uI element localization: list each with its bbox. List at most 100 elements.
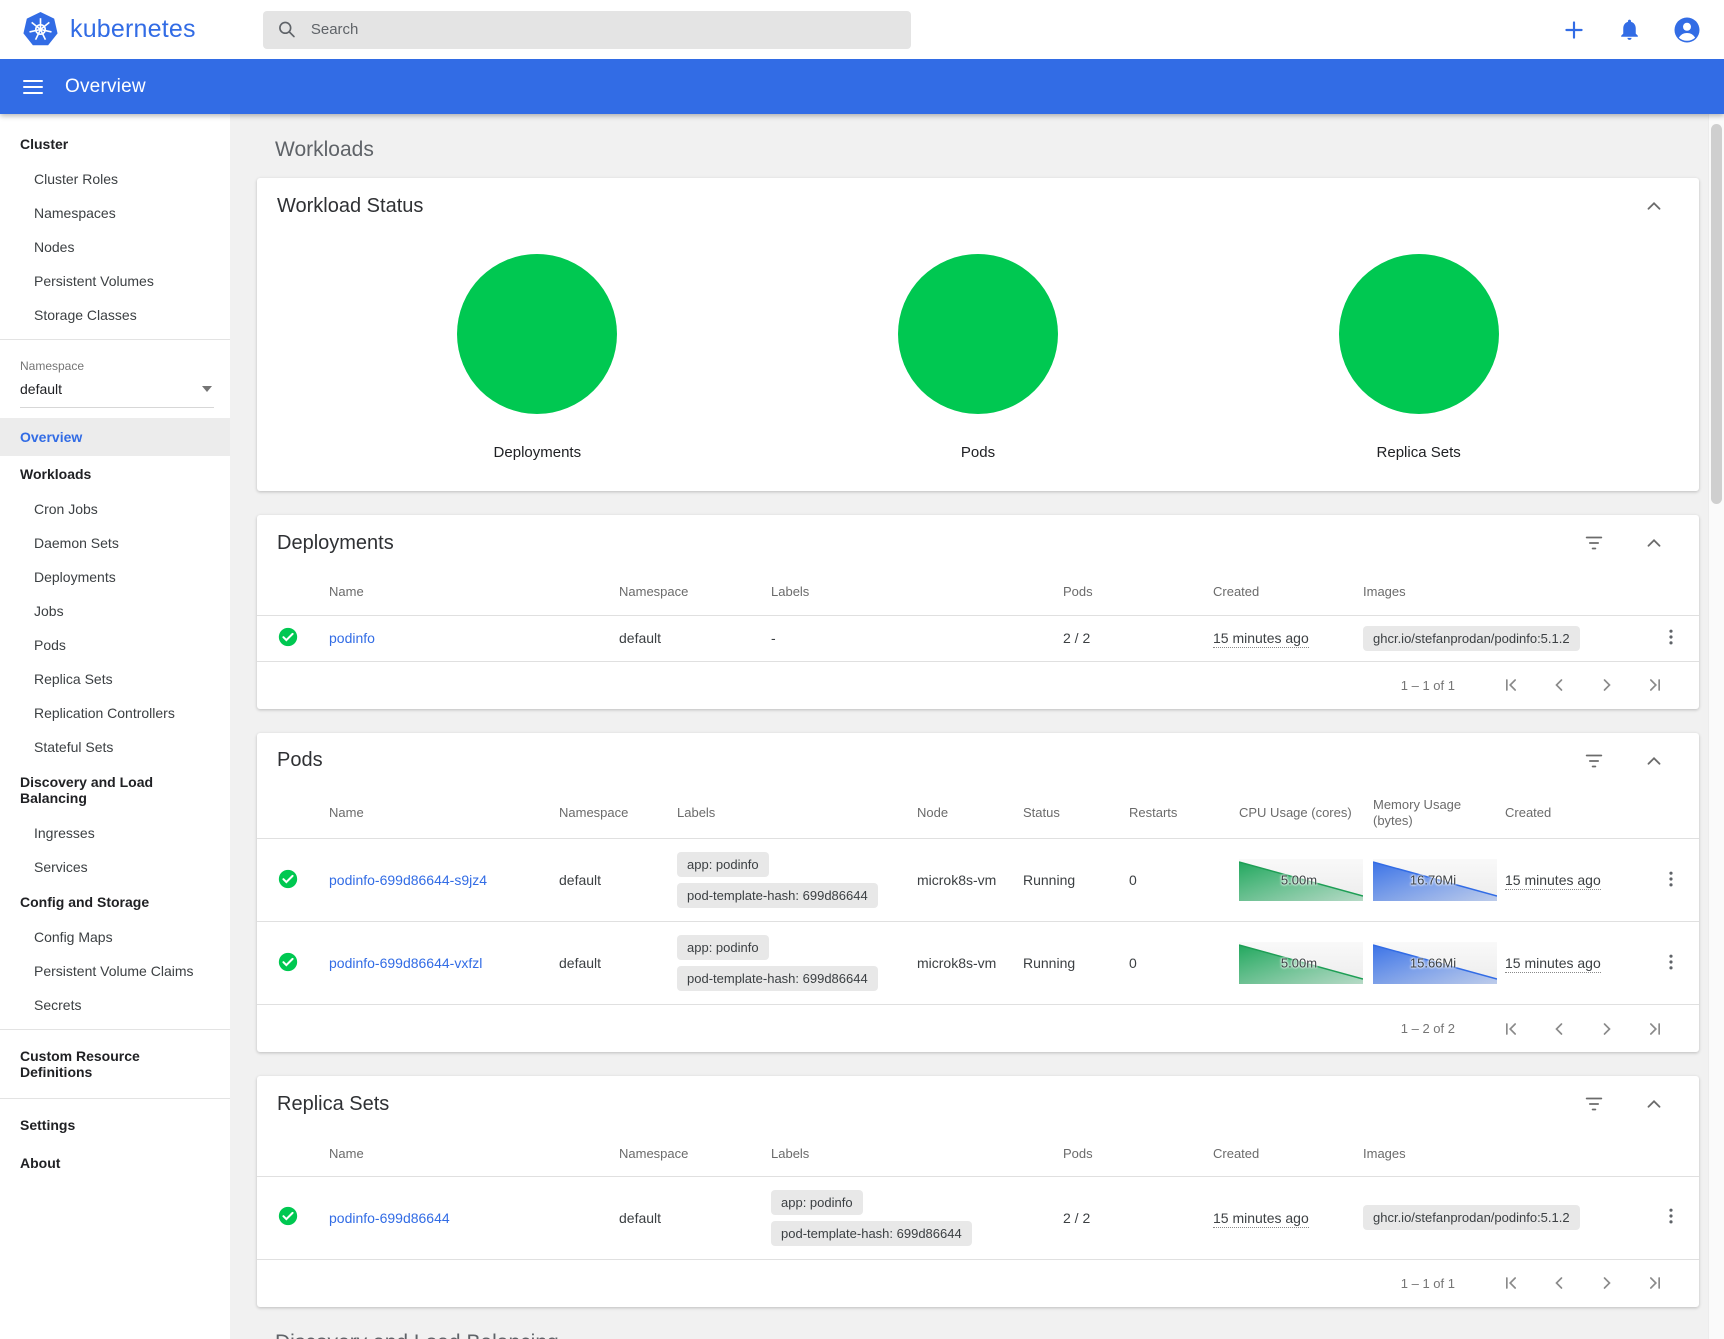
- collapse-card-icon[interactable]: [1643, 532, 1665, 554]
- main-content: Workloads Workload Status Deployments Po…: [230, 114, 1724, 1339]
- last-page-icon[interactable]: [1637, 1011, 1673, 1047]
- replica-sets-card: Replica Sets Name Namespace Labels Pod: [257, 1076, 1699, 1307]
- filter-icon[interactable]: [1583, 1093, 1605, 1115]
- namespace-selector[interactable]: default: [20, 373, 214, 408]
- row-menu-kebab-icon[interactable]: [1661, 869, 1681, 889]
- sidebar-item-cron-jobs[interactable]: Cron Jobs: [0, 492, 230, 526]
- sidebar-item-persistent-volume-claims[interactable]: Persistent Volume Claims: [0, 954, 230, 988]
- col-header-restarts: Restarts: [1119, 789, 1229, 839]
- sidebar-item-persistent-volumes[interactable]: Persistent Volumes: [0, 264, 230, 298]
- sidebar-item-secrets[interactable]: Secrets: [0, 988, 230, 1022]
- sidebar-item-deployments[interactable]: Deployments: [0, 560, 230, 594]
- sidebar-item-daemon-sets[interactable]: Daemon Sets: [0, 526, 230, 560]
- replica-sets-donut: [1339, 254, 1499, 414]
- col-header-pods: Pods: [1053, 1132, 1203, 1176]
- pods-table: Name Namespace Labels Node Status Restar…: [257, 789, 1699, 1005]
- sidebar-item-jobs[interactable]: Jobs: [0, 594, 230, 628]
- sidebar-item-storage-classes[interactable]: Storage Classes: [0, 298, 230, 332]
- pagination: 1 – 2 of 2: [257, 1004, 1699, 1052]
- replica-sets-title: Replica Sets: [277, 1093, 1545, 1116]
- pod-name-link[interactable]: podinfo-699d86644-vxfzl: [329, 955, 482, 971]
- col-header-memory: Memory Usage (bytes): [1363, 789, 1495, 839]
- sidebar-item-services[interactable]: Services: [0, 850, 230, 884]
- filter-icon[interactable]: [1583, 750, 1605, 772]
- replica-set-name-link[interactable]: podinfo-699d86644: [329, 1210, 450, 1226]
- create-resource-plus-icon[interactable]: [1561, 17, 1587, 43]
- collapse-card-icon[interactable]: [1643, 195, 1665, 217]
- scrollbar-thumb[interactable]: [1711, 124, 1722, 504]
- next-page-icon[interactable]: [1589, 667, 1625, 703]
- sidebar-item-ingresses[interactable]: Ingresses: [0, 816, 230, 850]
- sidebar-heading-config-storage[interactable]: Config and Storage: [0, 884, 230, 920]
- row-menu-kebab-icon[interactable]: [1661, 952, 1681, 972]
- sidebar-item-stateful-sets[interactable]: Stateful Sets: [0, 730, 230, 764]
- col-header-labels: Labels: [761, 571, 1053, 615]
- hamburger-menu-icon[interactable]: [21, 75, 45, 99]
- replica-sets-table: Name Namespace Labels Pods Created Image…: [257, 1132, 1699, 1259]
- sidebar-item-settings[interactable]: Settings: [0, 1106, 230, 1144]
- search-icon: [277, 19, 297, 40]
- deployments-card-header: Deployments: [257, 515, 1699, 571]
- workload-status-charts: Deployments Pods Replica Sets: [257, 234, 1699, 491]
- sidebar-item-about[interactable]: About: [0, 1144, 230, 1182]
- cell-pods: 2 / 2: [1063, 1210, 1090, 1226]
- previous-page-icon[interactable]: [1541, 1011, 1577, 1047]
- pods-donut-chart: Pods: [898, 254, 1058, 461]
- notifications-bell-icon[interactable]: [1617, 17, 1642, 42]
- sidebar-item-overview[interactable]: Overview: [0, 418, 230, 456]
- label-chip: pod-template-hash: 699d86644: [677, 883, 878, 908]
- table-row: podinfo-699d86644-s9jz4 default app: pod…: [257, 839, 1699, 922]
- cell-namespace: default: [619, 630, 661, 646]
- first-page-icon[interactable]: [1493, 1011, 1529, 1047]
- row-menu-kebab-icon[interactable]: [1661, 627, 1681, 647]
- sidebar-item-namespaces[interactable]: Namespaces: [0, 196, 230, 230]
- page-info: 1 – 1 of 1: [1401, 678, 1455, 693]
- vertical-scrollbar[interactable]: [1708, 114, 1724, 1339]
- pod-name-link[interactable]: podinfo-699d86644-s9jz4: [329, 872, 487, 888]
- sidebar: Cluster Cluster Roles Namespaces Nodes P…: [0, 114, 230, 1339]
- col-header-labels: Labels: [761, 1132, 1053, 1176]
- namespace-label: Namespace: [0, 347, 230, 373]
- cell-node: microk8s-vm: [917, 955, 996, 971]
- search-input[interactable]: [311, 21, 897, 38]
- workload-status-card: Workload Status Deployments Pods Replica…: [257, 178, 1699, 491]
- sidebar-heading-cluster[interactable]: Cluster: [0, 126, 230, 162]
- sidebar-item-custom-resource-definitions[interactable]: Custom Resource Definitions: [0, 1037, 230, 1091]
- first-page-icon[interactable]: [1493, 1265, 1529, 1301]
- deployment-name-link[interactable]: podinfo: [329, 630, 375, 646]
- col-header-name: Name: [319, 789, 549, 839]
- next-page-icon[interactable]: [1589, 1011, 1625, 1047]
- sidebar-item-cluster-roles[interactable]: Cluster Roles: [0, 162, 230, 196]
- previous-page-icon[interactable]: [1541, 1265, 1577, 1301]
- replica-sets-card-header: Replica Sets: [257, 1076, 1699, 1132]
- sidebar-heading-workloads[interactable]: Workloads: [0, 456, 230, 492]
- memory-usage-sparkline: 15.66Mi: [1373, 942, 1497, 984]
- cell-created: 15 minutes ago: [1505, 872, 1601, 890]
- kubernetes-brand[interactable]: kubernetes: [0, 11, 263, 48]
- search-bar[interactable]: [263, 11, 911, 49]
- filter-icon[interactable]: [1583, 532, 1605, 554]
- sidebar-item-pods[interactable]: Pods: [0, 628, 230, 662]
- sidebar-heading-discovery[interactable]: Discovery and Load Balancing: [0, 764, 230, 816]
- last-page-icon[interactable]: [1637, 667, 1673, 703]
- user-avatar-icon[interactable]: [1672, 15, 1702, 45]
- col-header-node: Node: [907, 789, 1013, 839]
- col-header-namespace: Namespace: [609, 571, 761, 615]
- cell-node: microk8s-vm: [917, 872, 996, 888]
- collapse-card-icon[interactable]: [1643, 750, 1665, 772]
- deployments-title: Deployments: [277, 532, 1545, 555]
- row-menu-kebab-icon[interactable]: [1661, 1206, 1681, 1226]
- sidebar-item-replica-sets[interactable]: Replica Sets: [0, 662, 230, 696]
- cell-pods: 2 / 2: [1063, 630, 1090, 646]
- brand-name: kubernetes: [70, 15, 196, 44]
- next-page-icon[interactable]: [1589, 1265, 1625, 1301]
- previous-page-icon[interactable]: [1541, 667, 1577, 703]
- label-chip: app: podinfo: [677, 935, 769, 960]
- sidebar-item-config-maps[interactable]: Config Maps: [0, 920, 230, 954]
- dropdown-arrow-icon: [202, 386, 212, 392]
- sidebar-item-replication-controllers[interactable]: Replication Controllers: [0, 696, 230, 730]
- collapse-card-icon[interactable]: [1643, 1093, 1665, 1115]
- last-page-icon[interactable]: [1637, 1265, 1673, 1301]
- first-page-icon[interactable]: [1493, 667, 1529, 703]
- sidebar-item-nodes[interactable]: Nodes: [0, 230, 230, 264]
